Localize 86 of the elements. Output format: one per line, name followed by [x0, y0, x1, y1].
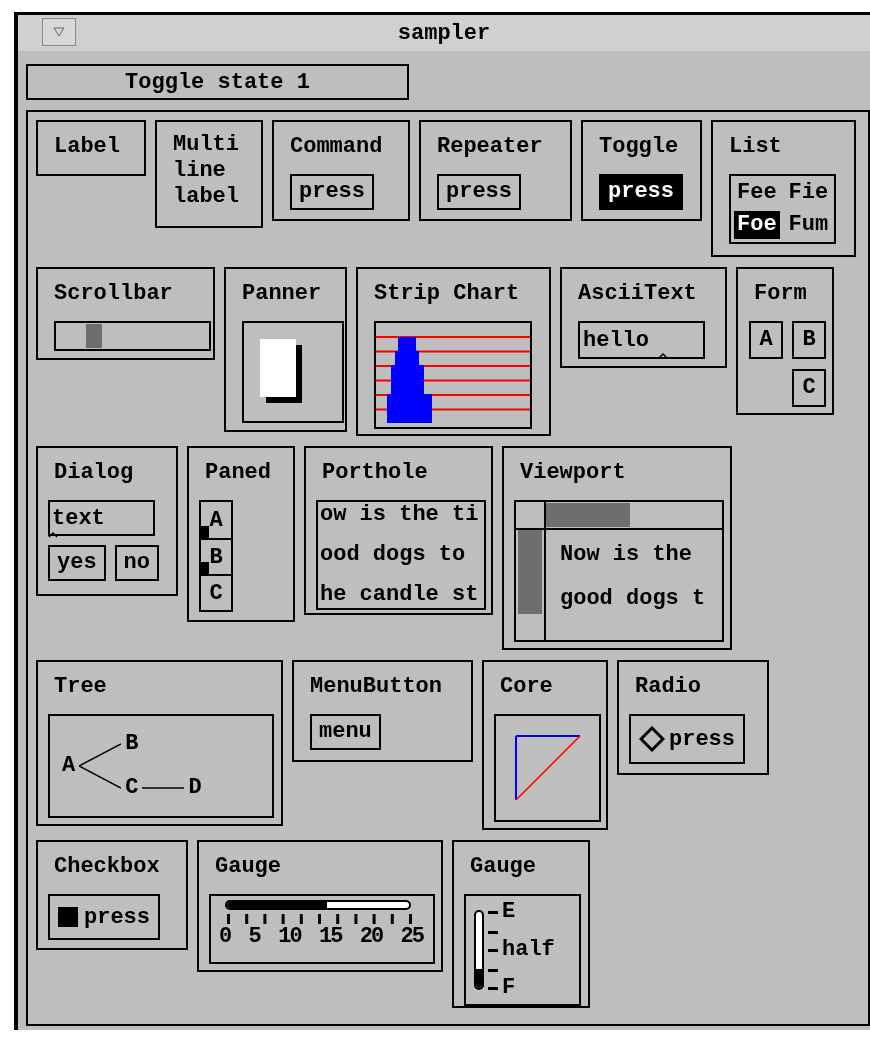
widget-title: Radio — [635, 673, 701, 701]
caret-icon — [658, 353, 668, 359]
window-title: sampler — [397, 19, 491, 48]
form-button[interactable]: B — [792, 321, 826, 359]
dialog-button[interactable]: yes — [48, 545, 106, 581]
gauge-label: half — [502, 939, 555, 961]
scrollbar[interactable] — [54, 321, 211, 351]
list-item[interactable]: Fee — [734, 179, 780, 207]
tree-node-label: A — [62, 755, 76, 777]
scrollbar-thumb[interactable] — [86, 324, 102, 348]
porthole-text: ood dogs to — [320, 542, 467, 568]
scrollbar-thumb[interactable] — [546, 503, 630, 527]
viewport-text: good dogs t — [560, 586, 707, 612]
pane-label: B — [209, 543, 223, 572]
gauge-label: 10 — [278, 926, 301, 948]
gauge-tick — [488, 910, 498, 914]
widget-title: Toggle — [599, 133, 679, 161]
multiline-label: Multi — [173, 132, 239, 158]
gauge-label: 20 — [359, 926, 383, 948]
down-triangle-icon — [53, 27, 65, 37]
caret-icon — [48, 532, 58, 538]
list-item[interactable]: Foe — [734, 211, 780, 239]
pane-label: A — [209, 506, 223, 535]
tree-connector-icon — [79, 743, 122, 789]
gauge-label: F — [502, 977, 516, 999]
text-field[interactable]: text — [48, 500, 155, 536]
pane-grip[interactable] — [199, 526, 209, 540]
tree-node-label: D — [188, 777, 202, 799]
gauge-tick — [488, 969, 498, 972]
gauge-ticks-icon — [225, 912, 415, 926]
pane-label: C — [209, 579, 223, 608]
gauge-tick — [488, 948, 498, 952]
widget-title: AsciiText — [578, 280, 697, 308]
widget-title: Scrollbar — [54, 280, 173, 308]
porthole-text: ow is the ti — [320, 502, 480, 528]
tree-node-label: B — [125, 733, 139, 755]
menu-button[interactable]: menu — [310, 714, 381, 750]
triangle-drawing — [514, 735, 581, 801]
widget-title: Porthole — [322, 459, 428, 487]
tree-node-label: C — [125, 777, 139, 799]
widget-title: Core — [500, 673, 553, 701]
widget-title: Strip Chart — [374, 280, 520, 308]
status-label: Toggle state 1 — [26, 64, 409, 100]
vertical-scrollbar[interactable] — [516, 530, 546, 640]
gauge-tick — [488, 931, 498, 934]
widget-title: MenuButton — [310, 673, 443, 701]
list-item[interactable]: Fum — [785, 211, 832, 239]
list-item[interactable]: Fie — [785, 179, 832, 207]
radio-button[interactable]: press — [629, 714, 745, 764]
label-text: Label — [54, 133, 120, 161]
widget-title: Gauge — [215, 853, 281, 881]
press-button[interactable]: press — [437, 174, 521, 210]
multiline-label: label — [173, 184, 239, 210]
widget-title: Gauge — [470, 853, 536, 881]
gauge-label: 5 — [248, 926, 260, 948]
text-field[interactable]: hello — [578, 321, 705, 359]
horizontal-scrollbar[interactable] — [546, 502, 722, 530]
gauge-tick — [488, 986, 498, 990]
widget-title: Form — [754, 280, 807, 308]
form-button[interactable]: C — [792, 369, 826, 407]
gauge-label: 15 — [319, 926, 342, 948]
press-button[interactable]: press — [290, 174, 374, 210]
widget-title: Dialog — [54, 459, 134, 487]
gauge-label: 25 — [400, 926, 423, 948]
widget-title: Repeater — [437, 133, 543, 161]
viewport-text: Now is the — [560, 542, 694, 568]
multiline-label: line — [173, 158, 227, 184]
widget-title: Checkbox — [54, 853, 160, 881]
gauge-label: 0 — [219, 926, 231, 948]
form-button[interactable]: A — [749, 321, 783, 359]
scrollbar-thumb[interactable] — [518, 530, 542, 614]
widget-title: Tree — [54, 673, 107, 701]
gauge-label: E — [502, 901, 516, 923]
tree-connector-icon — [142, 787, 185, 789]
widget-title: List — [729, 133, 782, 161]
dialog-button[interactable]: no — [114, 545, 159, 581]
widget-title: Command — [290, 133, 383, 161]
checkbox[interactable]: press — [48, 894, 160, 940]
window-menu-button[interactable] — [42, 18, 76, 46]
pane-grip[interactable] — [199, 562, 209, 576]
widget-title: Paned — [205, 459, 271, 487]
widget-title: Viewport — [520, 459, 626, 487]
porthole-text: he candle st — [320, 582, 480, 608]
panner-area[interactable] — [242, 321, 344, 423]
toggle-button[interactable]: press — [599, 174, 683, 210]
widget-title: Panner — [242, 280, 322, 308]
